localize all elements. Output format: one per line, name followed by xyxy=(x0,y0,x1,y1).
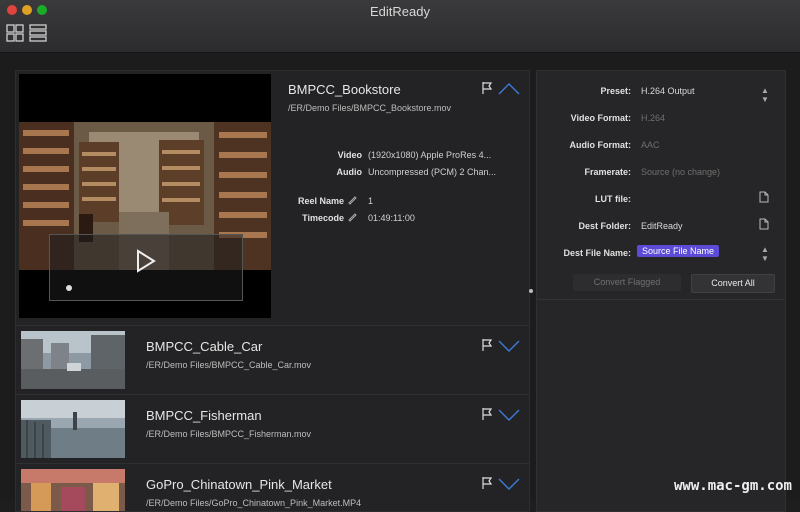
timecode-value: 01:49:11:00 xyxy=(368,213,415,223)
grid-view-icon[interactable] xyxy=(6,24,24,42)
video-value: (1920x1080) Apple ProRes 4... xyxy=(368,150,492,160)
edit-icon[interactable] xyxy=(347,195,357,205)
watermark: www.mac-gm.com xyxy=(673,478,792,494)
audio-format-label: Audio Format: xyxy=(569,140,632,150)
chevron-down-icon[interactable] xyxy=(498,409,520,421)
preset-select[interactable]: H.264 Output xyxy=(641,86,695,96)
chevron-up-icon[interactable] xyxy=(498,83,520,95)
cable-car-thumbnail-image xyxy=(21,331,125,389)
document-icon[interactable] xyxy=(759,218,769,230)
clip-list[interactable]: BMPCC_Bookstore /ER/Demo Files/BMPCC_Boo… xyxy=(15,70,530,512)
reel-name-value: 1 xyxy=(368,196,374,206)
document-icon[interactable] xyxy=(759,191,769,203)
chevron-down-icon[interactable] xyxy=(498,478,520,490)
dest-folder-label: Dest Folder: xyxy=(578,221,631,231)
clip-path: /ER/Demo Files/BMPCC_Fisherman.mov xyxy=(146,429,312,439)
window-title: EditReady xyxy=(370,4,430,19)
clip-thumbnail xyxy=(21,469,125,511)
clip-title: GoPro_Chinatown_Pink_Market xyxy=(146,477,332,492)
selected-clip-path: /ER/Demo Files/BMPCC_Bookstore.mov xyxy=(288,103,452,113)
flag-icon[interactable] xyxy=(480,81,494,95)
framerate-label: Framerate: xyxy=(584,167,631,177)
clip-title: BMPCC_Cable_Car xyxy=(146,339,263,354)
preset-label: Preset: xyxy=(600,86,631,96)
flag-icon[interactable] xyxy=(480,476,494,490)
selected-clip-title: BMPCC_Bookstore xyxy=(288,82,401,97)
selected-clip[interactable]: BMPCC_Bookstore /ER/Demo Files/BMPCC_Boo… xyxy=(16,71,529,321)
clip-title: BMPCC_Fisherman xyxy=(146,408,262,423)
dest-folder-value: EditReady xyxy=(641,221,683,231)
lut-file-label: LUT file: xyxy=(595,194,631,204)
list-view-icon[interactable] xyxy=(29,24,47,42)
dest-file-stepper-icon[interactable]: ▲ ▼ xyxy=(761,245,769,263)
title-bar: EditReady xyxy=(0,0,800,53)
convert-all-button[interactable]: Convert All xyxy=(691,274,775,293)
timecode-label: Timecode xyxy=(302,213,344,223)
playback-controls[interactable] xyxy=(49,234,243,301)
list-item[interactable]: BMPCC_Fisherman /ER/Demo Files/BMPCC_Fis… xyxy=(16,394,529,463)
video-format-label: Video Format: xyxy=(570,113,631,123)
fisherman-thumbnail-image xyxy=(21,400,125,458)
video-label: Video xyxy=(337,150,362,160)
main-area: BMPCC_Bookstore /ER/Demo Files/BMPCC_Boo… xyxy=(0,53,800,512)
clip-thumbnail xyxy=(21,331,125,389)
divider xyxy=(537,299,785,300)
audio-format-value: AAC xyxy=(641,140,660,150)
convert-flagged-button[interactable]: Convert Flagged xyxy=(573,274,681,291)
market-thumbnail-image xyxy=(21,469,125,511)
flag-icon[interactable] xyxy=(480,338,494,352)
audio-label: Audio xyxy=(336,167,363,177)
edit-icon[interactable] xyxy=(347,212,357,222)
dest-file-name-label: Dest File Name: xyxy=(563,248,631,258)
video-format-value: H.264 xyxy=(641,113,666,123)
audio-value: Uncompressed (PCM) 2 Chan... xyxy=(368,167,497,177)
reel-name-label: Reel Name xyxy=(297,196,344,206)
list-item[interactable]: GoPro_Chinatown_Pink_Market /ER/Demo Fil… xyxy=(16,463,529,511)
framerate-value: Source (no change) xyxy=(641,167,721,177)
scrubber-handle[interactable] xyxy=(66,285,72,291)
chevron-down-icon[interactable] xyxy=(498,340,520,352)
dest-file-name-field[interactable]: Source File Name xyxy=(637,245,720,257)
split-view-handle[interactable] xyxy=(529,289,533,293)
video-preview[interactable] xyxy=(19,74,271,318)
clip-thumbnail xyxy=(21,400,125,458)
preset-stepper-icon[interactable]: ▲ ▼ xyxy=(761,86,769,104)
list-item[interactable]: BMPCC_Cable_Car /ER/Demo Files/BMPCC_Cab… xyxy=(16,325,529,394)
play-icon[interactable] xyxy=(136,249,156,273)
settings-panel: Preset: H.264 Output ▲ ▼ Video Format: H.… xyxy=(536,70,786,512)
clip-path: /ER/Demo Files/BMPCC_Cable_Car.mov xyxy=(146,360,312,370)
flag-icon[interactable] xyxy=(480,407,494,421)
